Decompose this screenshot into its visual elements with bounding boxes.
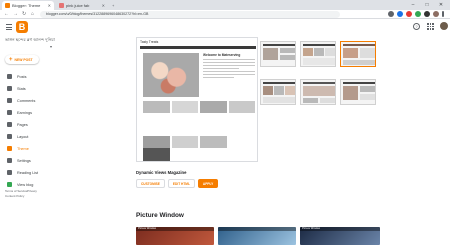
current-theme-preview[interactable]: Tasty Treats Welcome to Mateserving <box>136 37 258 162</box>
new-tab-button[interactable]: + <box>109 1 117 10</box>
sidebar-item-label: Earnings <box>17 110 32 115</box>
address-bar[interactable]: blogger.com/u/0/blog/themes/312288969604… <box>40 11 340 18</box>
theme-actions: CUSTOMISE EDIT HTML APPLY <box>136 179 219 188</box>
back-icon[interactable]: ← <box>4 11 9 17</box>
privacy-link[interactable]: Privacy <box>27 189 37 193</box>
site-favicon-icon <box>59 3 64 8</box>
preview-hero-image <box>143 53 199 97</box>
preview-nav-bar <box>140 46 256 49</box>
sidebar-item-view-blog[interactable]: View blog <box>0 180 62 189</box>
view-blog-icon <box>7 182 12 187</box>
current-theme-name: Dynamic Views Magazine <box>136 170 187 175</box>
hamburger-menu-icon[interactable] <box>6 24 12 30</box>
section-title: Picture Window <box>136 212 184 219</box>
sidebar-item-layout[interactable]: Layout <box>0 132 62 141</box>
sidebar-item-stats[interactable]: Stats <box>0 84 62 93</box>
tab-title: pink juice fab <box>66 3 90 8</box>
layout-icon <box>7 134 12 139</box>
browser-tab-strip: Blogger: Theme ✕ pink juice fab ✕ + – □ … <box>0 0 450 10</box>
window-controls: – □ ✕ <box>406 0 448 10</box>
sidebar-item-label: View blog <box>17 182 34 187</box>
help-icon[interactable]: ? <box>413 23 420 30</box>
thumbnail-label <box>218 227 296 231</box>
sidebar-item-label: Theme <box>17 146 29 151</box>
sidebar-item-label: Settings <box>17 158 31 163</box>
thumbnail-label: Picture Window <box>136 227 214 231</box>
picture-window-thumbnail[interactable]: Picture Window <box>300 227 380 245</box>
blogger-logo[interactable]: B <box>16 21 28 33</box>
sidebar-item-posts[interactable]: Posts <box>0 72 62 81</box>
preview-post-title: Welcome to Mateserving <box>203 53 241 57</box>
theme-variant-thumbnail[interactable] <box>260 41 296 67</box>
extension-icons <box>388 11 444 17</box>
browser-toolbar: ← → ↻ ⌂ blogger.com/u/0/blog/themes/3122… <box>0 10 450 19</box>
sidebar-item-settings[interactable]: Settings <box>0 156 62 165</box>
comments-icon <box>7 98 12 103</box>
plus-icon: + <box>9 56 13 63</box>
close-tab-icon[interactable]: ✕ <box>102 3 105 8</box>
pages-icon <box>7 122 12 127</box>
blog-title-selector[interactable]: ভাঙ্গন ছন্দের ব্লগ আনন্দ দুনিয়া <box>5 37 57 43</box>
reading-list-icon <box>7 170 12 175</box>
apps-grid-icon[interactable] <box>427 23 434 30</box>
minimize-icon[interactable]: – <box>406 0 420 10</box>
theme-variant-thumbnail[interactable] <box>300 41 336 67</box>
maximize-icon[interactable]: □ <box>420 0 434 10</box>
sidebar-item-label: Posts <box>17 74 27 79</box>
extension-icon[interactable] <box>397 11 403 17</box>
content-policy-link[interactable]: Content Policy <box>5 194 24 198</box>
thumbnail-label: Picture Window <box>300 227 380 231</box>
theme-variant-thumbnail[interactable] <box>340 79 376 105</box>
sidebar-item-label: Pages <box>17 122 28 127</box>
chevron-down-icon[interactable]: ▾ <box>50 44 52 49</box>
sidebar-item-label: Comments <box>17 98 36 103</box>
new-post-label: NEW POST <box>14 57 33 62</box>
sidebar-item-pages[interactable]: Pages <box>0 120 62 129</box>
tab-blogger-theme[interactable]: Blogger: Theme ✕ <box>2 1 54 10</box>
posts-icon <box>7 74 12 79</box>
stats-icon <box>7 86 12 91</box>
profile-avatar-icon[interactable] <box>433 11 439 17</box>
extension-icon[interactable] <box>406 11 412 17</box>
app-header: B ? <box>0 19 450 37</box>
apply-button[interactable]: APPLY <box>197 179 219 188</box>
preview-grid-row <box>143 148 255 161</box>
settings-icon <box>7 158 12 163</box>
preview-post-text: Welcome to Mateserving <box>203 53 255 97</box>
theme-variant-thumbnail[interactable] <box>260 79 296 105</box>
sidebar-item-label: Layout <box>17 134 29 139</box>
sidebar-item-label: Stats <box>17 86 26 91</box>
new-post-button[interactable]: + NEW POST <box>5 55 39 64</box>
edit-html-button[interactable]: EDIT HTML <box>167 179 195 188</box>
sidebar-item-theme[interactable]: Theme <box>0 144 62 153</box>
picture-window-thumbnail[interactable] <box>218 227 296 245</box>
theme-icon <box>7 146 12 151</box>
sidebar-item-comments[interactable]: Comments <box>0 96 62 105</box>
forward-icon[interactable]: → <box>13 11 18 17</box>
close-tab-icon[interactable]: ✕ <box>48 3 51 8</box>
extension-icon[interactable] <box>415 11 421 17</box>
bookmark-icon[interactable] <box>388 11 394 17</box>
sidebar-item-earnings[interactable]: Earnings <box>0 108 62 117</box>
theme-variant-thumbnail-selected[interactable] <box>340 41 376 67</box>
tab-title: Blogger: Theme <box>12 3 41 8</box>
home-icon[interactable]: ⌂ <box>31 11 34 17</box>
terms-link[interactable]: Terms of Service <box>5 189 27 193</box>
earnings-icon <box>7 110 12 115</box>
theme-variant-thumbnail[interactable] <box>300 79 336 105</box>
close-window-icon[interactable]: ✕ <box>434 0 448 10</box>
sidebar: ভাঙ্গন ছন্দের ব্লগ আনন্দ দুনিয়া ▾ + NEW… <box>0 37 62 245</box>
preview-grid-row <box>143 101 255 125</box>
sidebar-item-label: Reading List <box>17 170 39 175</box>
sidebar-item-reading-list[interactable]: Reading List <box>0 168 62 177</box>
account-avatar[interactable] <box>440 22 448 30</box>
blogger-favicon-icon <box>5 3 10 8</box>
tab-pink-juice[interactable]: pink juice fab ✕ <box>56 1 108 10</box>
theme-main: Tasty Treats Welcome to Mateserving Dyna… <box>62 37 450 245</box>
browser-menu-icon[interactable] <box>442 11 444 17</box>
picture-window-thumbnail[interactable]: Picture Window <box>136 227 214 245</box>
customize-button[interactable]: CUSTOMISE <box>136 179 165 188</box>
extension-icon[interactable] <box>424 11 430 17</box>
reload-icon[interactable]: ↻ <box>22 11 26 17</box>
